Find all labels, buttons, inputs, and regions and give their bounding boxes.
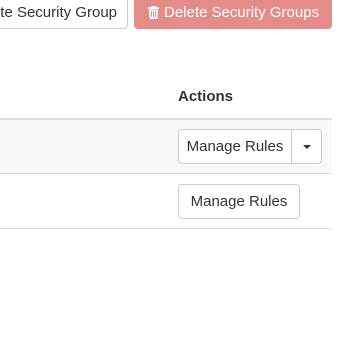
page: te Security Group Delete Security Groups… <box>0 0 348 350</box>
manage-rules-label: Manage Rules <box>186 138 284 155</box>
table-row-divider <box>0 228 332 229</box>
manage-rules-label: Manage Rules <box>190 193 288 210</box>
delete-security-groups-button[interactable]: Delete Security Groups <box>134 0 332 29</box>
manage-rules-button[interactable]: Manage Rules <box>178 184 300 219</box>
manage-rules-button[interactable]: Manage Rules <box>178 129 292 164</box>
create-security-group-label: te Security Group <box>0 4 117 21</box>
delete-security-groups-label: Delete Security Groups <box>164 4 320 21</box>
actions-column-header: Actions <box>178 88 234 105</box>
trash-icon <box>148 6 159 19</box>
caret-down-icon <box>302 144 311 149</box>
table-row-divider <box>0 173 332 174</box>
create-security-group-button[interactable]: te Security Group <box>0 0 128 29</box>
row-actions-dropdown-toggle[interactable] <box>291 129 322 164</box>
